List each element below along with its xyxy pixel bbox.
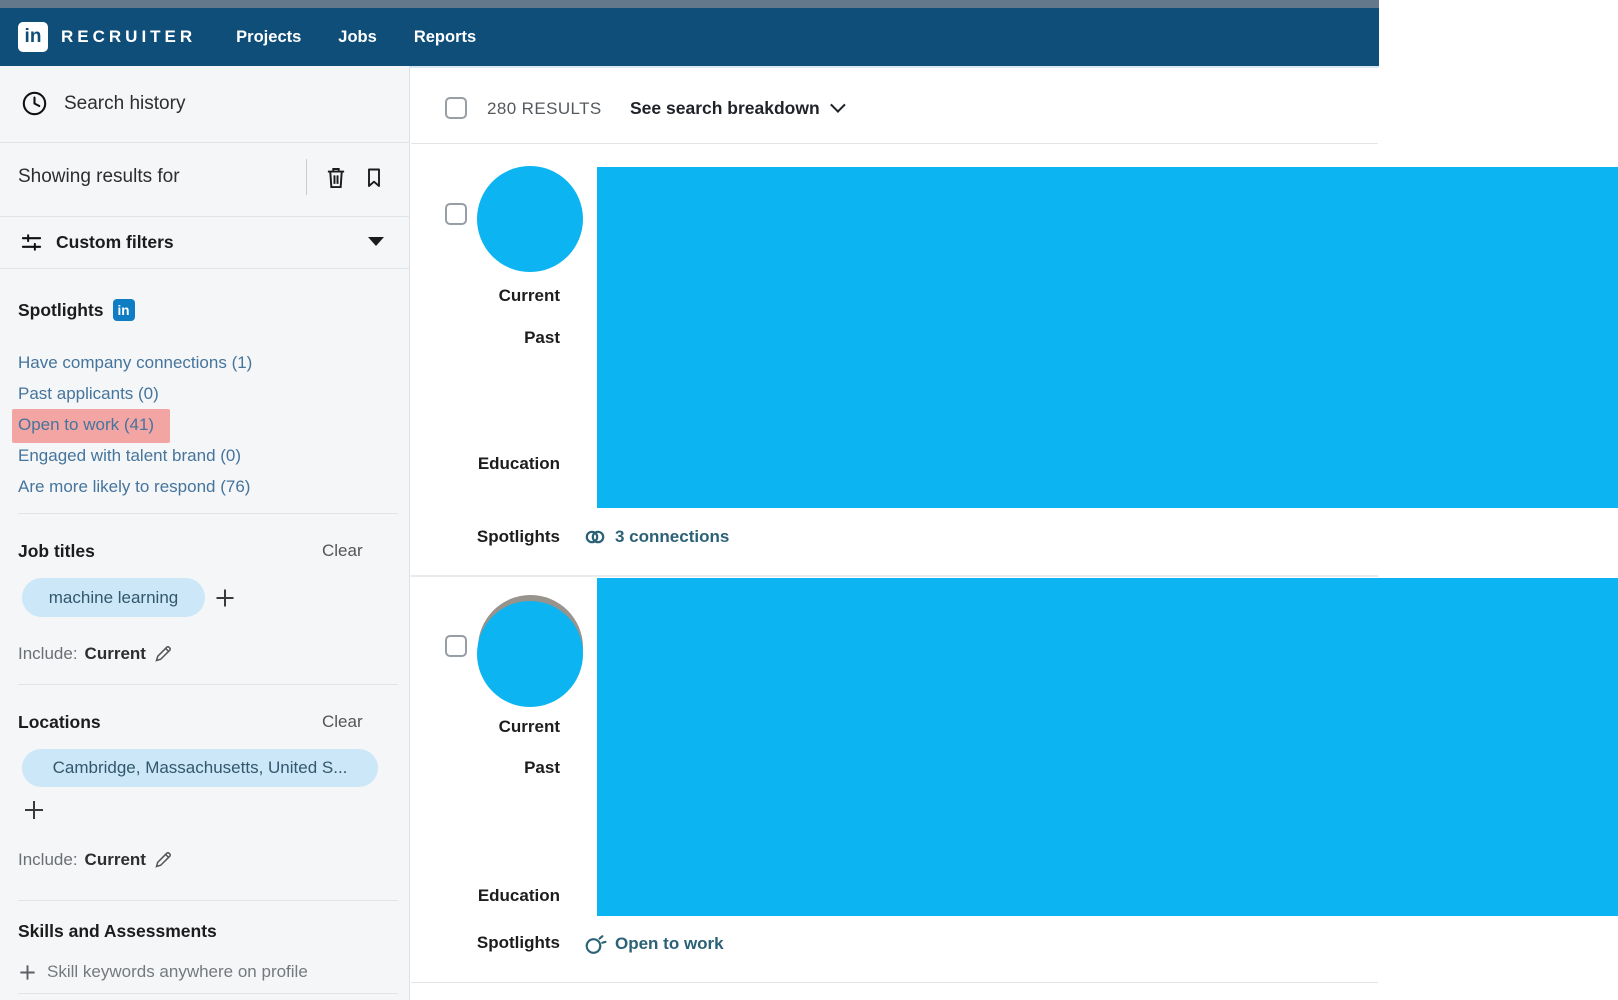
nav-reports[interactable]: Reports [414,28,476,47]
locations-title: Locations [18,712,101,733]
current-label: Current [420,286,560,306]
card-separator [411,575,1378,577]
candidate-avatar[interactable] [477,601,583,707]
include-value: Current [85,644,146,664]
spotlights-label: Spotlights [420,527,560,547]
spotlights-header: Spotlights in [18,299,135,321]
showing-results-label: Showing results for [18,166,180,188]
job-titles-clear-button[interactable]: Clear [322,541,363,561]
search-history-link[interactable]: Search history [64,93,185,115]
recruiter-brand-label: RECRUITER [61,27,196,47]
select-all-checkbox[interactable] [445,97,467,119]
candidate-checkbox[interactable] [445,635,467,657]
results-count: 280 RESULTS [487,99,602,119]
divider [411,982,1378,983]
spotlight-link-past-applicants[interactable]: Past applicants (0) [18,383,159,405]
past-label: Past [420,758,560,778]
spotlights-title: Spotlights [18,300,104,321]
spotlight-link-company-connections[interactable]: Have company connections (1) [18,352,252,374]
open-to-work-spotlight-link[interactable]: Open to work [583,930,724,958]
current-label: Current [420,717,560,737]
divider [18,684,398,685]
connections-icon [583,525,607,549]
connections-spotlight-link[interactable]: 3 connections [583,523,729,551]
spotlight-value-text: 3 connections [615,527,729,547]
breakdown-label: See search breakdown [630,98,820,119]
divider [306,159,307,195]
locations-clear-button[interactable]: Clear [322,712,363,732]
primary-nav: Projects Jobs Reports [236,28,476,47]
filter-sliders-icon [20,231,43,254]
education-label: Education [420,886,560,906]
trash-icon[interactable] [323,164,349,190]
add-location-button[interactable] [22,798,46,822]
spotlight-link-talent-brand[interactable]: Engaged with talent brand (0) [18,445,241,467]
chevron-down-icon[interactable] [368,237,384,246]
top-navigation-bar: in RECRUITER Projects Jobs Reports [0,8,1379,66]
clock-icon [21,90,48,117]
skills-title: Skills and Assessments [18,921,217,942]
include-label: Include: [18,850,78,870]
locations-include-row: Include: Current [18,849,174,870]
job-titles-title: Job titles [18,541,95,562]
custom-filters-toggle[interactable]: Custom filters [56,232,174,253]
window-top-strip [0,0,1379,8]
include-label: Include: [18,644,78,664]
divider [411,143,1378,144]
spotlight-value-text: Open to work [615,934,724,954]
candidate-avatar[interactable] [477,166,583,272]
pencil-icon[interactable] [153,849,174,870]
spotlight-link-likely-to-respond[interactable]: Are more likely to respond (76) [18,476,250,498]
chevron-down-icon [830,97,846,113]
add-skill-keywords-button[interactable]: Skill keywords anywhere on profile [18,962,308,982]
job-titles-include-row: Include: Current [18,643,174,664]
plus-icon [18,963,37,982]
divider [18,900,398,901]
linkedin-logo-text: in [25,26,42,48]
linkedin-recruiter-window: in RECRUITER Projects Jobs Reports Searc… [0,0,1618,1000]
spotlights-label: Spotlights [420,933,560,953]
nav-projects[interactable]: Projects [236,28,301,47]
divider [0,142,410,143]
divider [0,268,410,269]
location-pill[interactable]: Cambridge, Massachusetts, United S... [22,749,378,787]
redacted-profile-block [597,578,1618,916]
nav-jobs[interactable]: Jobs [338,28,377,47]
pencil-icon[interactable] [153,643,174,664]
linkedin-badge-icon: in [113,299,135,321]
include-value: Current [85,850,146,870]
spotlight-link-open-to-work[interactable]: Open to work (41) [12,409,170,443]
education-label: Education [420,454,560,474]
job-title-pill[interactable]: machine learning [22,578,205,617]
skill-keywords-placeholder: Skill keywords anywhere on profile [47,962,308,982]
divider [18,513,398,514]
redacted-profile-block [597,167,1618,508]
divider [18,993,398,994]
see-search-breakdown-button[interactable]: See search breakdown [630,98,842,119]
add-job-title-button[interactable] [214,587,236,609]
linkedin-logo[interactable]: in [18,22,48,52]
past-label: Past [420,328,560,348]
candidate-checkbox[interactable] [445,203,467,225]
open-to-work-icon [583,932,607,956]
divider [0,216,410,217]
bookmark-icon[interactable] [362,165,386,189]
